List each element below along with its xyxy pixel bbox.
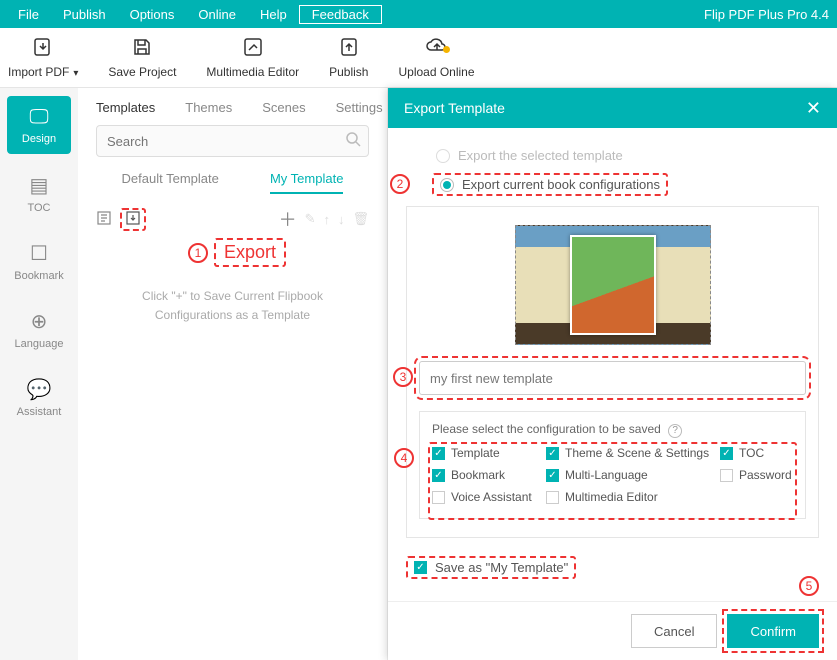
- search-icon[interactable]: [345, 131, 361, 152]
- publish-button[interactable]: Publish: [329, 37, 368, 79]
- save-label: Save Project: [108, 65, 176, 79]
- radio-export-selected: Export the selected template: [436, 148, 819, 163]
- check-password[interactable]: Password: [720, 468, 810, 482]
- empty-hint: Click "+" to Save Current Flipbook Confi…: [78, 267, 387, 345]
- dialog-title: Export Template: [404, 100, 505, 116]
- check-save-as-my-template[interactable]: ✓ Save as "My Template": [406, 556, 576, 579]
- export-template-icon[interactable]: [120, 208, 146, 231]
- upload-label: Upload Online: [398, 65, 474, 79]
- confirm-button[interactable]: Confirm: [727, 614, 819, 648]
- tab-themes[interactable]: Themes: [185, 100, 232, 115]
- nav-language[interactable]: ⊕ Language: [7, 300, 71, 358]
- feedback-button[interactable]: Feedback: [299, 5, 382, 24]
- check-template[interactable]: ✓Template: [432, 446, 542, 460]
- delete-template-icon[interactable]: 🗑: [352, 211, 369, 227]
- notification-dot-icon: [443, 46, 450, 53]
- tab-scenes[interactable]: Scenes: [262, 100, 305, 115]
- annotation-4: 4: [394, 448, 414, 468]
- nav-assistant[interactable]: 💬 Assistant: [7, 368, 71, 426]
- dropdown-caret-icon: ▾: [73, 68, 78, 79]
- move-up-icon[interactable]: ↑: [323, 212, 330, 227]
- nav-design[interactable]: 🖵 Design: [7, 96, 71, 154]
- globe-icon: ⊕: [31, 309, 48, 334]
- edit-template-icon[interactable]: ✎: [305, 211, 316, 227]
- template-name-input[interactable]: [419, 361, 806, 395]
- save-icon: [132, 37, 152, 61]
- cancel-button[interactable]: Cancel: [631, 614, 717, 648]
- monitor-icon: 🖵: [29, 106, 48, 129]
- menu-online[interactable]: Online: [186, 7, 248, 22]
- check-toc[interactable]: ✓TOC: [720, 446, 810, 460]
- publish-label: Publish: [329, 65, 368, 79]
- import-template-icon[interactable]: [96, 210, 112, 229]
- add-template-icon[interactable]: ＋: [279, 206, 297, 232]
- app-title: Flip PDF Plus Pro 4.4: [704, 7, 831, 22]
- nav-toc[interactable]: ▤ TOC: [7, 164, 71, 222]
- edit-icon: [243, 37, 263, 61]
- close-icon[interactable]: ✕: [806, 98, 821, 119]
- check-theme[interactable]: ✓Theme & Scene & Settings: [546, 446, 716, 460]
- import-label: Import PDF: [8, 65, 69, 79]
- tab-templates[interactable]: Templates: [96, 100, 155, 115]
- chat-icon: 💬: [27, 377, 52, 402]
- export-template-dialog: Export Template ✕ Export the selected te…: [388, 88, 837, 660]
- upload-online-button[interactable]: Upload Online: [398, 36, 474, 79]
- bookmark-icon: ☐: [30, 241, 48, 266]
- import-icon: [32, 37, 54, 61]
- check-bookmark[interactable]: ✓Bookmark: [432, 468, 542, 482]
- import-pdf-button[interactable]: Import PDF ▾: [8, 37, 78, 79]
- check-multimedia[interactable]: Multimedia Editor: [546, 490, 716, 504]
- save-project-button[interactable]: Save Project: [108, 37, 176, 79]
- radio-export-current[interactable]: Export current book configurations: [432, 173, 819, 196]
- menu-help[interactable]: Help: [248, 7, 299, 22]
- subtab-my-template[interactable]: My Template: [270, 171, 343, 194]
- subtab-default-template[interactable]: Default Template: [122, 171, 219, 194]
- annotation-3: 3: [393, 367, 413, 387]
- tab-settings[interactable]: Settings: [336, 100, 383, 115]
- menu-publish[interactable]: Publish: [51, 7, 118, 22]
- help-icon[interactable]: ?: [668, 424, 682, 438]
- search-input[interactable]: [96, 125, 369, 157]
- move-down-icon[interactable]: ↓: [338, 212, 345, 227]
- menu-file[interactable]: File: [6, 7, 51, 22]
- check-multilang[interactable]: ✓Multi-Language: [546, 468, 716, 482]
- template-thumbnail: [515, 225, 711, 345]
- menu-options[interactable]: Options: [118, 7, 187, 22]
- toc-icon: ▤: [30, 173, 49, 198]
- nav-bookmark[interactable]: ☐ Bookmark: [7, 232, 71, 290]
- multimedia-label: Multimedia Editor: [206, 65, 299, 79]
- annotation-2: 2: [390, 174, 410, 194]
- annotation-1: 1 Export: [188, 238, 387, 267]
- multimedia-editor-button[interactable]: Multimedia Editor: [206, 37, 299, 79]
- radio-icon: [436, 149, 450, 163]
- check-voice[interactable]: Voice Assistant: [432, 490, 542, 504]
- annotation-5: 5: [799, 576, 819, 596]
- config-title: Please select the configuration to be sa…: [432, 422, 793, 438]
- publish-icon: [339, 37, 359, 61]
- radio-icon: [440, 178, 454, 192]
